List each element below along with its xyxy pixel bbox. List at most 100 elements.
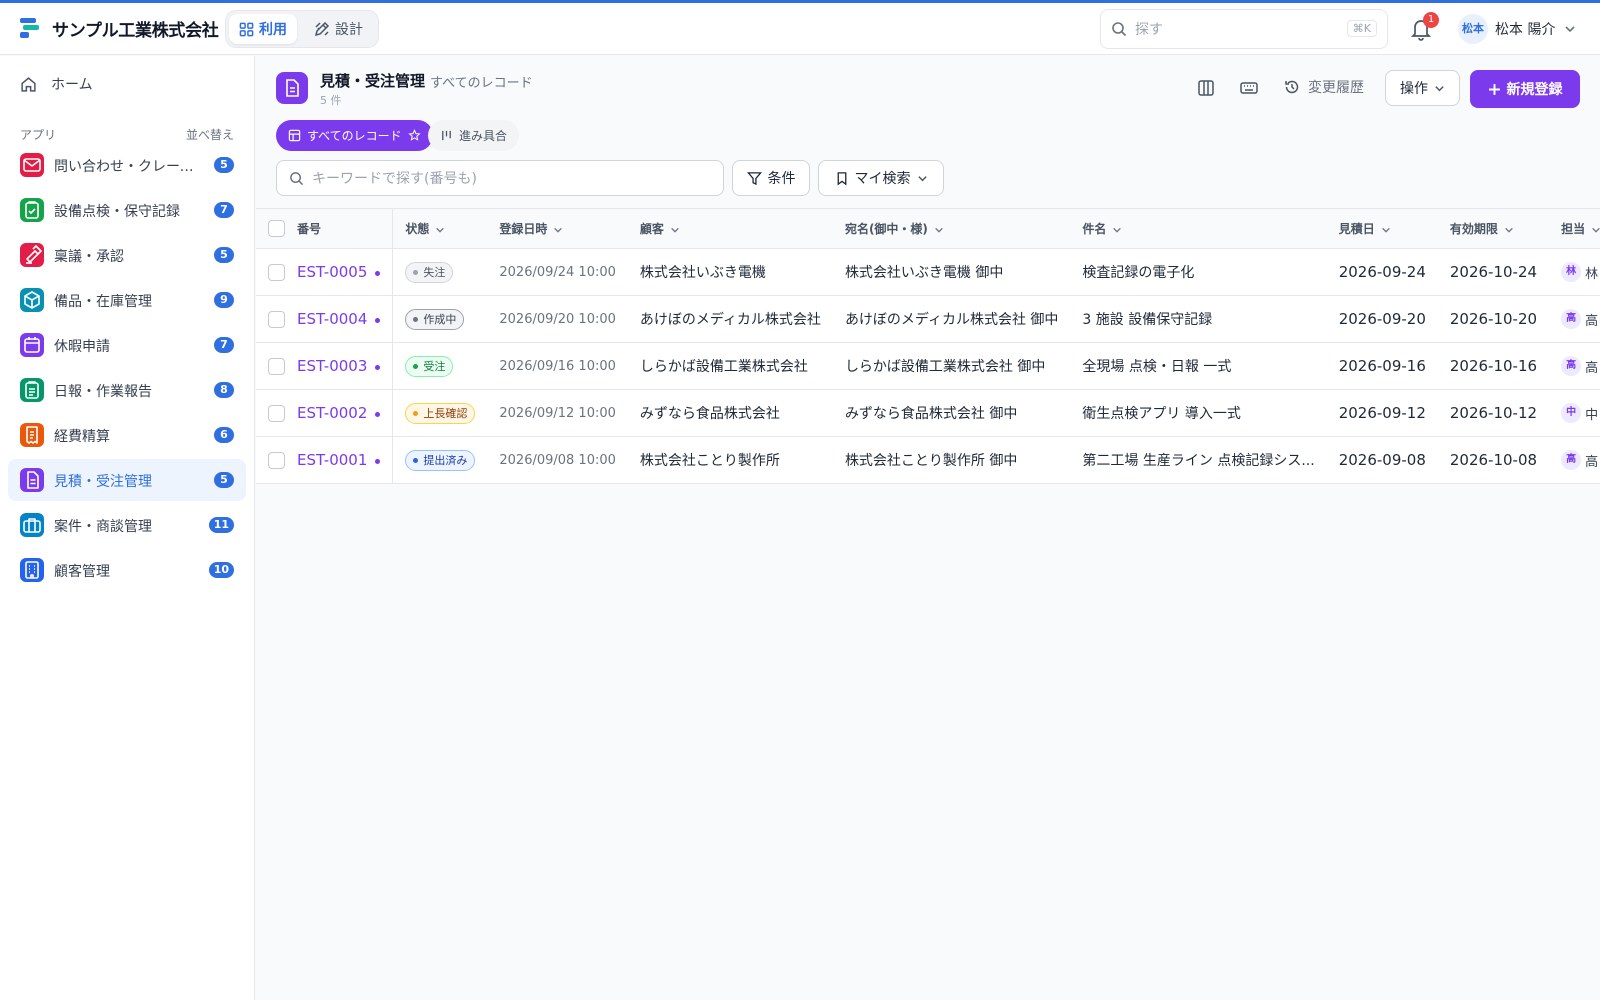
- app-logo-icon: [20, 18, 39, 38]
- star-icon[interactable]: [408, 129, 421, 142]
- stamp-icon: [20, 243, 44, 267]
- sidebar-item-count: 7: [214, 337, 234, 353]
- cell-subject: 衛生点検アプリ 導入一式: [1070, 389, 1327, 437]
- avatar[interactable]: 松本: [1458, 14, 1488, 44]
- table-row[interactable]: EST-0002 上長確認 2026/09/12 10:00 みずなら食品株式会社 みず…: [256, 389, 1600, 437]
- row-checkbox[interactable]: [268, 310, 285, 328]
- sidebar: ホーム アプリ 並べ替え 問い合わせ・クレーム管理 5 設備点検・保守記録 7 稟議・承…: [0, 56, 255, 1000]
- column-header-owner[interactable]: 担当: [1549, 208, 1600, 249]
- unread-dot: [375, 411, 381, 417]
- main-content: 見積・受注管理 すべてのレコード 5 件 変更履歴 操作 新規登録 すべてのレコ…: [256, 56, 1600, 1000]
- row-checkbox[interactable]: [268, 263, 285, 281]
- tab-progress[interactable]: 進み具合: [428, 120, 520, 151]
- cell-addressee: 株式会社いぶき電機 御中: [832, 248, 1071, 296]
- grid-icon: [239, 22, 254, 36]
- column-header-addressee[interactable]: 宛名(御中・様): [832, 208, 1071, 249]
- sidebar-item-app[interactable]: 備品・在庫管理 9: [8, 279, 246, 321]
- record-number-link[interactable]: EST-0005: [297, 263, 367, 281]
- sidebar-item-count: 5: [214, 247, 234, 263]
- document-icon: [276, 72, 308, 104]
- column-header-number[interactable]: 番号: [285, 208, 394, 249]
- unread-dot: [375, 364, 381, 370]
- sidebar-item-app[interactable]: 見積・受注管理 5: [8, 459, 246, 501]
- owner-name: 高: [1585, 360, 1599, 376]
- keyboard-icon[interactable]: [1239, 78, 1259, 98]
- cell-addressee: みずなら食品株式会社 御中: [832, 389, 1071, 437]
- column-header-label: 番号: [297, 222, 322, 236]
- record-number-link[interactable]: EST-0003: [297, 357, 367, 375]
- status-badge: 作成中: [405, 308, 465, 330]
- sidebar-item-app[interactable]: 顧客管理 10: [8, 549, 246, 591]
- cell-owner: 高高: [1549, 342, 1600, 390]
- cell-customer: しらかば設備工業株式会社: [627, 342, 833, 390]
- cell-owner: 高高: [1549, 295, 1600, 343]
- cell-status: 作成中: [392, 295, 488, 343]
- sidebar-item-app[interactable]: 日報・作業報告 8: [8, 369, 246, 411]
- cell-subject: 3 施設 設備保守記録: [1070, 295, 1327, 343]
- column-header-valid-until[interactable]: 有効期限: [1437, 208, 1550, 249]
- column-header-quote-date[interactable]: 見積日: [1326, 208, 1438, 249]
- chevron-down-icon: [554, 227, 563, 233]
- row-checkbox[interactable]: [268, 451, 285, 469]
- sidebar-item-label: 見積・受注管理: [54, 474, 152, 490]
- status-label: 失注: [423, 266, 446, 279]
- global-search-input[interactable]: 探す ⌘K: [1100, 9, 1388, 49]
- cell-created: 2026/09/12 10:00: [487, 389, 628, 437]
- sidebar-item-home[interactable]: ホーム: [20, 74, 93, 94]
- cell-created: 2026/09/24 10:00: [487, 248, 628, 296]
- keyword-search-input[interactable]: キーワードで探す(番号も): [276, 160, 724, 196]
- cell-valid-until: 2026-10-16: [1437, 342, 1550, 390]
- cell-addressee: あけぼのメディカル株式会社 御中: [832, 295, 1071, 343]
- user-name[interactable]: 松本 陽介: [1495, 19, 1555, 39]
- column-header-created[interactable]: 登録日時: [487, 208, 628, 249]
- select-all-checkbox[interactable]: [268, 220, 285, 237]
- sidebar-item-label: 休暇申請: [54, 339, 110, 355]
- table-row[interactable]: EST-0003 受注 2026/09/16 10:00 しらかば設備工業株式会社 しら…: [256, 342, 1600, 390]
- column-header-subject[interactable]: 件名: [1070, 208, 1327, 249]
- chevron-down-icon[interactable]: [1564, 23, 1576, 35]
- column-header-status[interactable]: 状態: [392, 208, 488, 249]
- sidebar-item-count: 5: [214, 472, 234, 488]
- cell-number: EST-0002: [285, 389, 394, 437]
- tab-all-records[interactable]: すべてのレコード: [276, 120, 433, 151]
- cell-customer: みずなら食品株式会社: [627, 389, 833, 437]
- cell-status: 受注: [392, 342, 488, 390]
- table-row[interactable]: EST-0005 失注 2026/09/24 10:00 株式会社いぶき電機 株式会社い…: [256, 248, 1600, 296]
- sidebar-item-count: 9: [214, 292, 234, 308]
- filter-button[interactable]: 条件: [732, 160, 810, 196]
- sort-apps-button[interactable]: 並べ替え: [186, 126, 234, 143]
- row-checkbox[interactable]: [268, 357, 285, 375]
- sidebar-item-app[interactable]: 稟議・承認 5: [8, 234, 246, 276]
- sidebar-item-app[interactable]: 案件・商談管理 11: [8, 504, 246, 546]
- sidebar-item-app[interactable]: 問い合わせ・クレーム管理 5: [8, 144, 246, 186]
- mode-use-button[interactable]: 利用: [229, 14, 297, 44]
- record-number-link[interactable]: EST-0001: [297, 451, 367, 469]
- row-checkbox[interactable]: [268, 404, 285, 422]
- sidebar-item-label: 設備点検・保守記録: [54, 204, 180, 220]
- cell-status: 失注: [392, 248, 488, 296]
- sidebar-item-count: 6: [214, 427, 234, 443]
- new-record-button[interactable]: 新規登録: [1470, 70, 1580, 108]
- records-table-container: 番号 状態 登録日時 顧客 宛名(御中・様) 件名 見積日 有効期限 担当 ES…: [256, 208, 1600, 488]
- sidebar-item-app[interactable]: 休暇申請 7: [8, 324, 246, 366]
- column-header-label: 宛名(御中・様): [844, 222, 928, 236]
- chevron-down-icon: [1592, 227, 1600, 233]
- operations-button[interactable]: 操作: [1385, 70, 1460, 106]
- owner-avatar: 高: [1561, 356, 1582, 376]
- history-button[interactable]: 変更履歴: [1284, 77, 1364, 97]
- my-search-button[interactable]: マイ検索: [818, 160, 944, 196]
- record-number-link[interactable]: EST-0004: [297, 310, 367, 328]
- sidebar-item-app[interactable]: 設備点検・保守記録 7: [8, 189, 246, 231]
- status-label: 受注: [423, 360, 446, 373]
- history-label: 変更履歴: [1308, 80, 1364, 96]
- row-select-cell: [256, 342, 285, 390]
- sidebar-item-app[interactable]: 経費精算 6: [8, 414, 246, 456]
- column-header-customer[interactable]: 顧客: [627, 208, 833, 249]
- table-row[interactable]: EST-0004 作成中 2026/09/20 10:00 あけぼのメディカル株式会社…: [256, 295, 1600, 343]
- cell-number: EST-0001: [285, 436, 394, 484]
- page-title: 見積・受注管理: [320, 72, 426, 90]
- table-row[interactable]: EST-0001 提出済み 2026/09/08 10:00 株式会社ことり製作所 株式…: [256, 436, 1600, 484]
- record-number-link[interactable]: EST-0002: [297, 404, 367, 422]
- mode-design-button[interactable]: 設計: [304, 14, 373, 44]
- columns-icon[interactable]: [1196, 78, 1216, 98]
